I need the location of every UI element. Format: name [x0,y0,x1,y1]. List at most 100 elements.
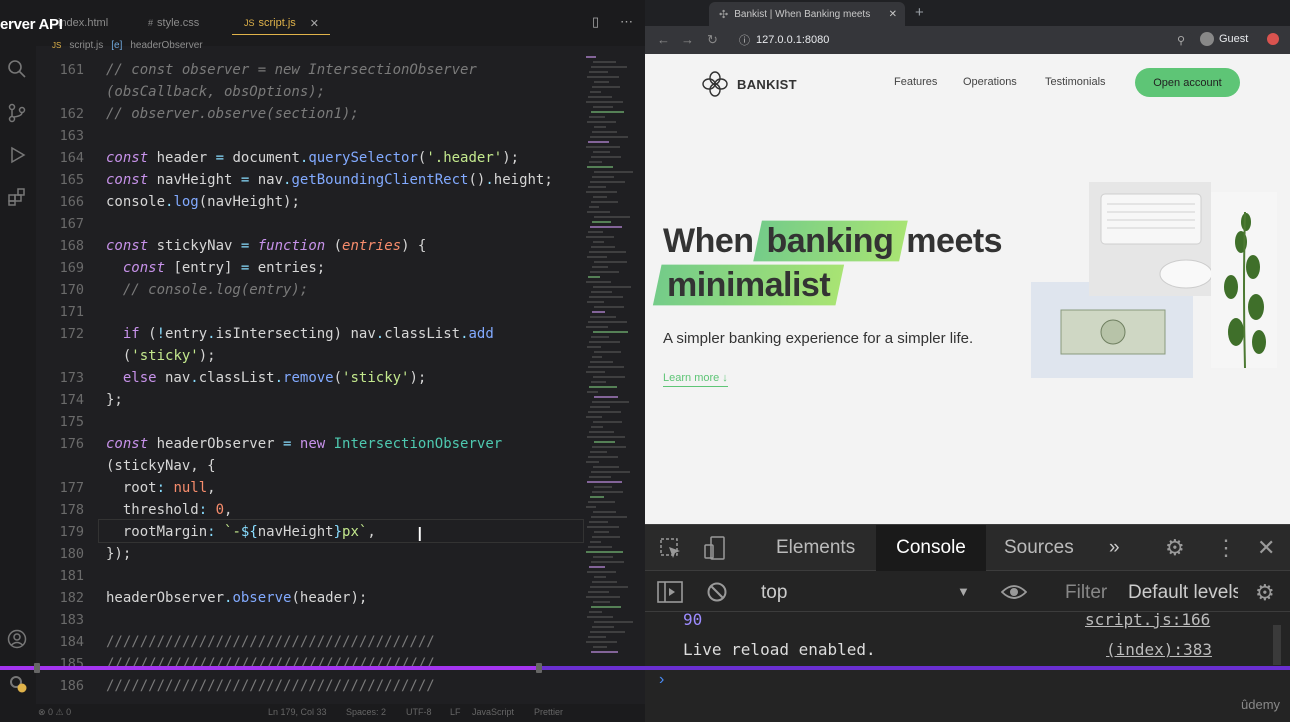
learn-more-link[interactable]: Learn more ↓ [663,372,728,387]
new-tab-icon[interactable]: + [915,4,924,21]
minimap-line [586,281,611,283]
logo-text: BANKIST [737,76,797,92]
context-selector[interactable]: top [761,582,787,604]
address-bar[interactable]: ⓘ 127.0.0.1:8080 ⚲ [733,30,1193,50]
minimap-line [593,286,631,288]
highlight-banking: banking [763,219,898,263]
filter-input[interactable]: Filter [1065,582,1107,604]
tab-console[interactable]: Console [876,525,986,571]
more-tabs-icon[interactable]: » [1109,537,1120,559]
minimap-line [590,271,619,273]
device-toolbar-icon[interactable] [703,535,727,561]
more-options-icon[interactable]: ⋮ [1215,535,1237,561]
account-icon[interactable] [6,628,28,650]
progress-marker[interactable] [34,663,40,673]
nav-link-testimonials[interactable]: Testimonials [1045,76,1106,88]
minimap-line [586,56,596,58]
breadcrumb-symbol[interactable]: headerObserver [130,40,202,51]
status-bar: ⊗ 0 ⚠ 0 Ln 179, Col 33 Spaces: 2 UTF-8 L… [0,704,645,722]
tab-script-js[interactable]: JS script.js ✕ [244,12,319,34]
logo[interactable]: BANKIST [701,70,797,98]
tab-index-html[interactable]: index.html [58,12,108,34]
forward-icon[interactable]: → [681,32,694,47]
text-cursor-icon: I [417,524,423,546]
minimap-line [589,116,605,118]
console-message: Live reload enabled. [683,640,876,659]
reload-icon[interactable]: ↻ [707,32,718,48]
tab-style-css[interactable]: # style.css [148,12,199,34]
nav-link-features[interactable]: Features [894,76,937,88]
cursor-position[interactable]: Ln 179, Col 33 [268,707,327,717]
line-number: 164 [59,150,84,166]
minimap-line [593,61,616,63]
code-line: threshold: 0, [106,502,233,518]
minimap-line [590,316,616,318]
minimap-line [588,636,606,638]
encoding[interactable]: UTF-8 [406,707,432,717]
minimap-line [593,646,607,648]
search-icon[interactable] [6,58,28,80]
minimap-line [592,311,605,313]
clear-console-icon[interactable] [706,581,728,603]
line-number: 163 [59,128,84,144]
console-settings-gear-icon[interactable]: ⚙ [1255,580,1275,606]
minimap-line [588,366,624,368]
console-source-link[interactable]: script.js:166 [1085,610,1210,629]
line-number: 177 [59,480,84,496]
minimap-line [586,101,623,103]
dropdown-arrow-icon[interactable]: ▼ [957,584,970,599]
more-actions-icon[interactable]: ⋯ [620,14,633,30]
minimap[interactable] [586,56,634,676]
problems-count[interactable]: ⊗ 0 ⚠ 0 [38,707,71,718]
tab-elements[interactable]: Elements [776,537,855,559]
settings-gear-icon[interactable] [6,672,28,694]
console-message: 90 [683,610,703,629]
minimap-line [588,411,621,413]
console-prompt-icon[interactable]: › [659,671,664,689]
console-source-link[interactable]: (index):383 [1106,640,1212,659]
breadcrumb-file[interactable]: script.js [69,40,103,51]
line-number: 179 [59,524,84,540]
minimap-line [591,516,627,518]
browser-tab-strip: ✣ Bankist | When Banking meets ✕ + [645,0,1290,26]
code-line: // observer.observe(section1); [106,106,359,122]
nav-link-operations[interactable]: Operations [963,76,1017,88]
back-icon[interactable]: ← [657,32,670,47]
video-title-overlay: erver API [0,16,63,33]
show-sidebar-icon[interactable] [657,581,683,603]
line-ending[interactable]: LF [450,707,461,717]
minimap-line [594,261,627,263]
close-icon[interactable]: ✕ [310,17,319,30]
video-progress-bar[interactable] [0,663,1290,673]
line-number: 180 [59,546,84,562]
log-levels-dropdown[interactable]: Default levels [1128,582,1238,604]
settings-gear-icon[interactable]: ⚙ [1165,535,1185,561]
language-mode[interactable]: JavaScript [472,707,514,717]
minimap-line [593,196,607,198]
close-devtools-icon[interactable]: ✕ [1257,535,1275,561]
open-account-button[interactable]: Open account [1135,68,1240,97]
minimap-line [590,406,610,408]
profile-button[interactable]: Guest [1200,32,1280,46]
console-scrollbar[interactable] [1273,625,1281,665]
minimap-line [588,501,615,503]
progress-marker[interactable] [536,663,542,673]
minimap-line [591,111,624,113]
line-number: 168 [59,238,84,254]
inspect-element-icon[interactable] [659,537,683,561]
formatter[interactable]: Prettier [534,707,563,717]
close-icon[interactable]: ✕ [889,9,897,20]
devtools-tab-bar: Elements Console Sources » ⚙ ⋮ ✕ [645,525,1290,571]
browser-tab[interactable]: ✣ Bankist | When Banking meets ✕ [709,2,905,26]
code-line: const navHeight = nav.getBoundingClientR… [106,172,553,188]
line-number: 165 [59,172,84,188]
tab-sources[interactable]: Sources [1004,537,1074,559]
live-expression-eye-icon[interactable] [1001,584,1027,600]
split-editor-icon[interactable]: ▯ [592,14,599,30]
source-control-icon[interactable] [6,102,28,124]
run-debug-icon[interactable] [6,144,28,166]
zoom-icon[interactable]: ⚲ [1177,34,1185,47]
indentation[interactable]: Spaces: 2 [346,707,386,717]
js-icon: JS [52,41,62,50]
extensions-icon[interactable] [6,186,28,208]
